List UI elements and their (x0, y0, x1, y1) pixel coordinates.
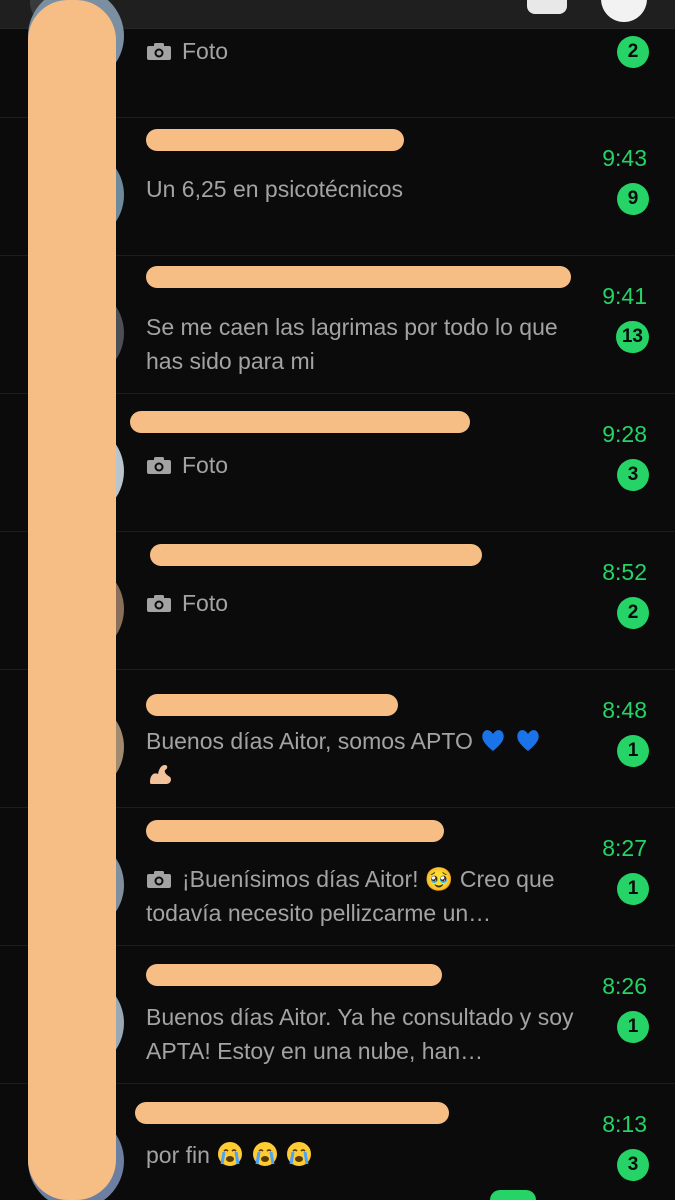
redaction-mark (146, 129, 404, 151)
camera-icon (147, 871, 171, 888)
message-preview: Foto (146, 586, 596, 620)
message-time: 8:13 (602, 1111, 647, 1137)
message-preview-text: Un 6,25 en psicotécnicos (146, 176, 403, 202)
message-preview: Foto (146, 448, 596, 482)
redaction-mark (146, 820, 444, 842)
redaction-mark (130, 411, 470, 433)
unread-count-badge: 9 (617, 183, 649, 215)
message-time: 8:27 (602, 835, 647, 861)
message-preview: Foto (146, 34, 596, 68)
message-preview-text: Buenos días Aitor, somos APTO (146, 728, 473, 754)
message-preview: Se me caen las lagrimas por todo lo que … (146, 310, 596, 378)
loudly-crying-face-icon (218, 1142, 243, 1166)
unread-count-badge: 1 (617, 735, 649, 767)
message-time: 9:43 (602, 145, 647, 171)
redaction-strip (28, 0, 116, 1200)
redaction-mark (135, 1102, 449, 1124)
message-preview: por fin (146, 1138, 596, 1172)
message-preview-text: Foto (182, 38, 229, 64)
message-time: 8:52 (602, 559, 647, 585)
message-preview-text: Buenos días Aitor. Ya he consultado y so… (146, 1004, 574, 1064)
message-preview-text: Foto (182, 452, 229, 478)
blue-heart-icon (516, 730, 539, 751)
unread-count-badge: 13 (615, 321, 649, 353)
new-chat-button[interactable] (601, 0, 647, 22)
unread-count-badge: 3 (617, 459, 649, 491)
message-preview-text: Se me caen las lagrimas por todo lo que … (146, 314, 558, 374)
camera-icon (147, 43, 171, 60)
unread-count-badge: 2 (617, 597, 649, 629)
blue-heart-icon (482, 730, 504, 751)
message-preview-text: ¡Buenísimos días Aitor! 🥹 Creo que todav… (146, 866, 555, 926)
message-time: 8:26 (602, 973, 647, 999)
message-preview: ¡Buenísimos días Aitor! 🥹 Creo que todav… (146, 862, 596, 930)
redaction-mark (150, 544, 482, 566)
unread-count-badge: 1 (617, 1011, 649, 1043)
message-preview: Buenos días Aitor. Ya he consultado y so… (146, 1000, 596, 1068)
message-time: 8:48 (602, 697, 647, 723)
unread-count-badge: 3 (617, 1149, 649, 1181)
message-time: 9:41 (602, 283, 647, 309)
loudly-crying-face-icon (287, 1142, 312, 1166)
camera-icon (147, 595, 171, 612)
chat-list-screen: Foto 2 Un 6,25 en psicotécnicos 9:43 9 S… (0, 0, 675, 1200)
redaction-mark (146, 964, 442, 986)
bottom-tab-indicator (490, 1190, 536, 1200)
unread-count-badge: 1 (617, 873, 649, 905)
unread-count-badge: 2 (617, 36, 649, 68)
message-preview-text: Foto (182, 590, 229, 616)
message-preview: Buenos días Aitor, somos APTO (146, 724, 596, 792)
redaction-mark (146, 266, 571, 288)
camera-button[interactable] (527, 0, 567, 14)
message-preview-text: por fin (146, 1142, 210, 1168)
flexed-biceps-icon (150, 765, 171, 784)
redaction-mark (146, 694, 398, 716)
camera-icon (147, 457, 171, 474)
message-time: 9:28 (602, 421, 647, 447)
message-preview: Un 6,25 en psicotécnicos (146, 172, 596, 206)
loudly-crying-face-icon (252, 1142, 277, 1166)
